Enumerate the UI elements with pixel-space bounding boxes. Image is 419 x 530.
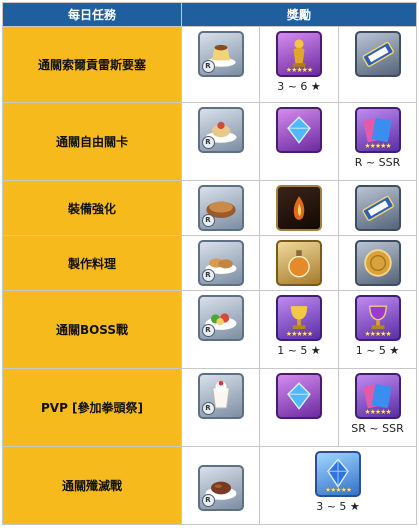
reward-cell: ★★★★★ SR ~ SSR <box>339 369 416 435</box>
reward-cell <box>260 236 338 286</box>
table-row: PVP [參加拳頭祭] R ★★★★★ SR ~ SSR <box>2 368 418 447</box>
card-pack-icon: ★★★★★ <box>354 373 401 419</box>
table-row: 裝備強化 R <box>2 180 418 236</box>
reward-caption: R ~ SSR <box>354 156 401 169</box>
reward-cell <box>260 369 338 419</box>
pie-icon: R <box>197 185 244 231</box>
reward-cell: ★★★★★ R ~ SSR <box>339 103 416 169</box>
task-name: 通關索爾貢雷斯要塞 <box>2 26 182 103</box>
reward-cell: R <box>182 369 259 419</box>
salad-icon: R <box>197 295 244 341</box>
reward-cell: R <box>182 181 259 231</box>
bread-icon: R <box>197 240 244 286</box>
reward-caption: 3 ~ 6 ★ <box>277 80 321 93</box>
rarity-badge: R <box>201 269 215 282</box>
rarity-badge: R <box>201 214 215 227</box>
reward-cell <box>339 181 416 231</box>
card-pack-icon: ★★★★★ <box>354 107 401 153</box>
cake-dish-icon: R <box>197 107 244 153</box>
reward-cell: ★★★★★ 3 ~ 6 ★ <box>260 27 338 93</box>
reward-cell: ★★★★★ 3 ~ 5 ★ <box>260 447 416 513</box>
reward-caption: 1 ~ 5 ★ <box>277 344 321 357</box>
reward-cell <box>339 27 416 77</box>
reward-cell: R <box>182 103 259 153</box>
task-name: 裝備強化 <box>2 180 182 236</box>
rarity-badge: R <box>201 324 215 337</box>
reward-cell <box>339 236 416 286</box>
table-row: 製作料理 R <box>2 235 418 291</box>
potion-icon <box>276 240 322 286</box>
reward-cell: R <box>182 236 259 286</box>
reward-cell: R <box>182 27 259 77</box>
parfait-icon: R <box>197 373 244 419</box>
table-row: 通關殲滅戰 R ★★★★★ 3 ~ 5 ★ <box>2 446 418 525</box>
fire-stone-icon <box>276 185 322 231</box>
task-header: 每日任務 <box>2 2 182 27</box>
task-name: 通關BOSS戰 <box>2 290 182 369</box>
task-name: 通關殲滅戰 <box>2 446 182 525</box>
rarity-badge: R <box>201 60 215 73</box>
reward-cell: R <box>182 291 259 341</box>
reward-cell: ★★★★★ 1 ~ 5 ★ <box>339 291 416 357</box>
task-name: 製作料理 <box>2 235 182 291</box>
daily-task-table: 每日任務 獎勵 通關索爾貢雷斯要塞 R ★★★★★ 3 ~ 6 ★ 通關自由關卡… <box>2 2 418 525</box>
blue-gem-icon: ★★★★★ <box>315 451 362 497</box>
table-row: 通關BOSS戰 R ★★★★★ 1 ~ 5 ★ ★★★★★ 1 ~ 5 ★ <box>2 290 418 369</box>
task-name: 通關自由關卡 <box>2 102 182 181</box>
reward-caption: 1 ~ 5 ★ <box>355 344 400 357</box>
blue-crystal-icon <box>276 107 322 153</box>
reward-cell <box>260 181 338 231</box>
table-row: 通關索爾貢雷斯要塞 R ★★★★★ 3 ~ 6 ★ <box>2 26 418 103</box>
reward-cell: R <box>182 461 259 511</box>
rarity-badge: R <box>201 136 215 149</box>
reward-cell <box>260 103 338 153</box>
ticket-icon <box>354 185 401 231</box>
blue-crystal-icon <box>276 373 322 419</box>
rarity-badge: R <box>201 493 215 507</box>
reward-caption: 3 ~ 5 ★ <box>316 500 360 513</box>
purple-goblet-icon: ★★★★★ <box>354 295 401 341</box>
ticket-icon <box>354 31 401 77</box>
table-row: 通關自由關卡 R ★★★★★ R ~ SSR <box>2 102 418 181</box>
pudding-icon: R <box>197 31 244 77</box>
reward-caption: SR ~ SSR <box>351 422 404 435</box>
golden-statue-icon: ★★★★★ <box>276 31 322 77</box>
golden-goblet-icon: ★★★★★ <box>276 295 322 341</box>
steak-icon: R <box>197 464 244 511</box>
gold-coin-icon <box>354 240 401 286</box>
task-name: PVP [參加拳頭祭] <box>2 368 182 447</box>
reward-header: 獎勵 <box>180 2 418 27</box>
rarity-badge: R <box>201 402 215 415</box>
reward-cell: ★★★★★ 1 ~ 5 ★ <box>260 291 338 357</box>
